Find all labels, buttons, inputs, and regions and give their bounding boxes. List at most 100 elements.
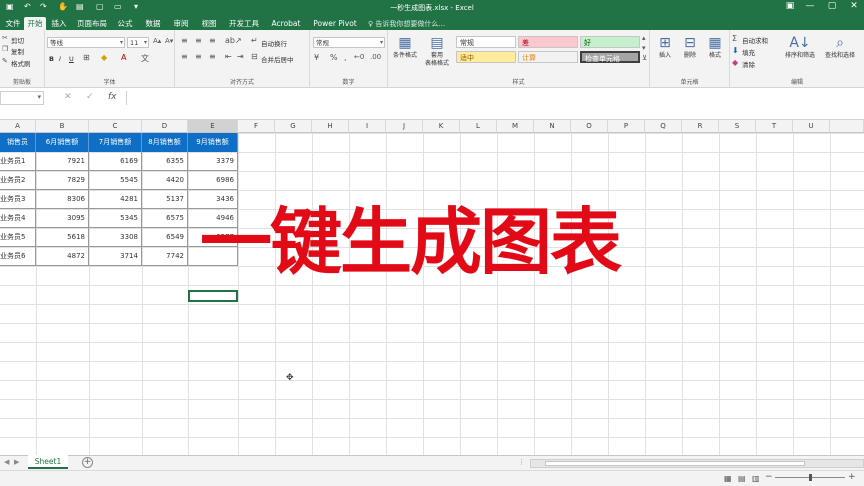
formula-input[interactable]: [126, 91, 864, 105]
tab-acrobat[interactable]: Acrobat: [268, 17, 304, 30]
zoom-out-icon[interactable]: −: [765, 472, 773, 482]
font-color-icon[interactable]: A: [121, 53, 126, 62]
tab-formulas[interactable]: 公式: [114, 17, 136, 30]
italic-button[interactable]: I: [59, 55, 61, 63]
table-cell[interactable]: 8306: [36, 190, 89, 209]
table-cell[interactable]: 6355: [142, 152, 188, 171]
col-header-M[interactable]: M: [497, 120, 534, 133]
autosum-button[interactable]: 自动求和: [742, 35, 768, 45]
enter-icon[interactable]: ✓: [86, 92, 94, 102]
font-shrink-icon[interactable]: A▾: [165, 37, 173, 45]
table-cell[interactable]: 业务员1: [0, 152, 36, 171]
font-grow-icon[interactable]: A▴: [153, 37, 161, 45]
table-cell[interactable]: 6575: [142, 209, 188, 228]
table-cell[interactable]: 5137: [142, 190, 188, 209]
comma-style-icon[interactable]: ,: [344, 53, 347, 62]
table-cell[interactable]: 5545: [89, 171, 142, 190]
bold-button[interactable]: B: [49, 55, 54, 63]
indent-increase-icon[interactable]: ⇥: [237, 52, 244, 61]
format-cells-button[interactable]: ▦ 格式: [700, 34, 730, 60]
horizontal-scroll-thumb[interactable]: [545, 461, 805, 466]
tab-power-pivot[interactable]: Power Pivot: [310, 17, 360, 30]
tab-insert[interactable]: 插入: [48, 17, 70, 30]
cancel-icon[interactable]: ✕: [64, 92, 72, 102]
col-header-I[interactable]: I: [349, 120, 386, 133]
format-as-table-button[interactable]: ▤ 套用 表格格式: [422, 34, 452, 68]
col-header-B[interactable]: B: [36, 120, 89, 133]
wrap-text-button[interactable]: 自动换行: [261, 38, 287, 48]
table-cell[interactable]: 6986: [188, 171, 238, 190]
maximize-icon[interactable]: ▢: [822, 1, 842, 11]
align-center-icon[interactable]: ≡: [195, 52, 202, 61]
table-cell[interactable]: 业务员5: [0, 228, 36, 247]
orientation-icon[interactable]: ab↗: [225, 36, 242, 45]
col-header-D[interactable]: D: [142, 120, 188, 133]
tell-me-search[interactable]: ♀ 告诉我你想要做什么...: [368, 19, 445, 29]
style-calculation[interactable]: 计算: [518, 51, 578, 63]
tab-developer[interactable]: 开发工具: [226, 17, 262, 30]
sort-filter-button[interactable]: A↓ 排序和筛选: [782, 34, 818, 60]
zoom-slider-knob[interactable]: [809, 474, 812, 481]
styles-scroll-up-icon[interactable]: ▴: [642, 34, 646, 42]
tab-data[interactable]: 数据: [142, 17, 164, 30]
table-cell[interactable]: 4281: [89, 190, 142, 209]
sheet-prev-icon[interactable]: ◀: [4, 458, 9, 466]
table-header-cell[interactable]: 6月销售额: [36, 133, 89, 152]
align-left-icon[interactable]: ≡: [181, 52, 188, 61]
tab-view[interactable]: 视图: [198, 17, 220, 30]
increase-decimal-icon[interactable]: ←0: [354, 53, 364, 61]
col-header-J[interactable]: J: [386, 120, 423, 133]
table-cell[interactable]: 4872: [36, 247, 89, 266]
number-format-select[interactable]: 常规 ▾: [313, 37, 385, 48]
table-cell[interactable]: 4420: [142, 171, 188, 190]
style-good[interactable]: 好: [580, 36, 640, 48]
cut-button[interactable]: 剪切: [11, 35, 24, 45]
col-header-A[interactable]: A: [0, 120, 36, 133]
page-break-view-icon[interactable]: ▥: [752, 474, 760, 483]
active-cell-selection[interactable]: [188, 290, 238, 302]
zoom-in-icon[interactable]: +: [848, 472, 856, 482]
style-bad[interactable]: 差: [518, 36, 578, 48]
underline-button[interactable]: U: [69, 55, 74, 63]
col-header-L[interactable]: L: [460, 120, 497, 133]
table-header-cell[interactable]: 8月销售额: [142, 133, 188, 152]
align-middle-icon[interactable]: ≡: [195, 36, 202, 45]
phonetic-icon[interactable]: 文: [141, 53, 149, 64]
normal-view-icon[interactable]: ▦: [724, 474, 732, 483]
font-size-select[interactable]: 11 ▾: [127, 37, 149, 48]
format-painter-button[interactable]: 格式刷: [11, 58, 31, 68]
styles-more-icon[interactable]: ⊻: [642, 54, 647, 62]
page-layout-view-icon[interactable]: ▤: [738, 474, 746, 483]
tab-file[interactable]: 文件: [2, 17, 24, 30]
currency-icon[interactable]: ¥: [314, 53, 319, 62]
col-header-E[interactable]: E: [188, 120, 238, 133]
ribbon-display-icon[interactable]: ▣: [780, 1, 800, 11]
close-icon[interactable]: ✕: [844, 1, 864, 11]
col-header-P[interactable]: P: [608, 120, 645, 133]
col-header-U[interactable]: U: [793, 120, 830, 133]
find-select-button[interactable]: ⌕ 查找和选择: [820, 34, 860, 60]
col-header-T[interactable]: T: [756, 120, 793, 133]
name-box[interactable]: ▾: [0, 91, 44, 105]
table-cell[interactable]: 业务员2: [0, 171, 36, 190]
minimize-icon[interactable]: —: [800, 1, 820, 11]
table-cell[interactable]: 7829: [36, 171, 89, 190]
table-cell[interactable]: 6549: [142, 228, 188, 247]
col-header-F[interactable]: F: [238, 120, 275, 133]
sheet-next-icon[interactable]: ▶: [14, 458, 19, 466]
copy-button[interactable]: 复制: [11, 46, 24, 56]
col-header-N[interactable]: N: [534, 120, 571, 133]
tab-home[interactable]: 开始: [24, 17, 46, 30]
table-header-cell[interactable]: 7月销售额: [89, 133, 142, 152]
table-header-cell[interactable]: 9月销售额: [188, 133, 238, 152]
border-icon[interactable]: ⊞: [83, 53, 90, 62]
table-cell[interactable]: 5345: [89, 209, 142, 228]
col-header-H[interactable]: H: [312, 120, 349, 133]
table-cell[interactable]: 5618: [36, 228, 89, 247]
align-right-icon[interactable]: ≡: [209, 52, 216, 61]
decrease-decimal-icon[interactable]: .00: [370, 53, 381, 61]
table-cell[interactable]: 7921: [36, 152, 89, 171]
table-cell[interactable]: 3095: [36, 209, 89, 228]
sheet-tab-sheet1[interactable]: Sheet1: [28, 455, 68, 469]
table-cell[interactable]: 业务员6: [0, 247, 36, 266]
